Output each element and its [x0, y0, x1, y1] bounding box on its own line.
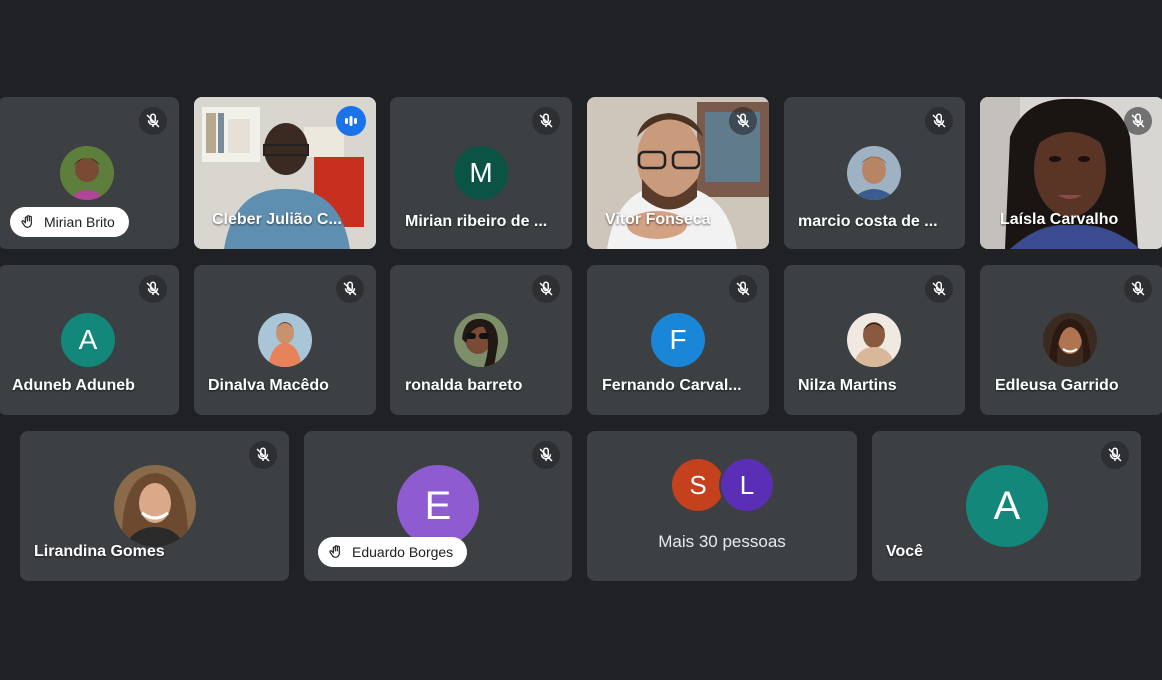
- raised-hand-badge: Eduardo Borges: [318, 537, 468, 567]
- participant-tile-mirian-ribeiro[interactable]: M Mirian ribeiro de ...: [390, 97, 572, 249]
- participant-name: Laísla Carvalho: [1000, 211, 1119, 228]
- participant-name: Fernando Carval...: [602, 377, 742, 394]
- avatar-photo: [258, 313, 312, 367]
- participant-name: Você: [886, 543, 924, 560]
- mic-off-icon: [532, 107, 560, 135]
- participant-tile-lirandina-gomes[interactable]: Lirandina Gomes: [20, 431, 289, 581]
- participant-tile-fernando-carvalho[interactable]: F Fernando Carval...: [587, 265, 769, 415]
- avatar-letter: A: [966, 465, 1048, 547]
- raised-hand-badge: Mirian Brito: [10, 207, 129, 237]
- mic-off-icon: [139, 275, 167, 303]
- avatar-letter: M: [454, 146, 508, 200]
- mic-off-icon: [532, 441, 560, 469]
- raised-hand-icon: [21, 215, 32, 228]
- avatar-letter: A: [61, 313, 115, 367]
- more-participants-tile[interactable]: S L Mais 30 pessoas: [587, 431, 857, 581]
- mic-off-icon: [1101, 441, 1129, 469]
- mic-off-icon: [139, 107, 167, 135]
- participant-name: Vitor Fonseca: [605, 211, 711, 228]
- mic-off-icon: [249, 441, 277, 469]
- participant-tile-aduneb[interactable]: A Aduneb Aduneb: [0, 265, 179, 415]
- avatar-photo: [114, 465, 196, 547]
- participant-tile-mirian-brito[interactable]: Mirian Brito: [0, 97, 179, 249]
- participant-tile-dinalva-macedo[interactable]: Dinalva Macêdo: [194, 265, 376, 415]
- participant-name: Eduardo Borges: [352, 544, 454, 560]
- mic-off-icon: [925, 107, 953, 135]
- mic-off-icon: [336, 275, 364, 303]
- mic-off-icon: [1124, 275, 1152, 303]
- participant-name: Lirandina Gomes: [34, 543, 165, 560]
- avatar-letter: E: [397, 465, 479, 547]
- speaking-indicator-icon: [336, 106, 366, 136]
- avatar-photo: [454, 313, 508, 367]
- participant-tile-voce[interactable]: A Você: [872, 431, 1141, 581]
- more-participants-label: Mais 30 pessoas: [658, 532, 786, 551]
- participant-name: Dinalva Macêdo: [208, 377, 329, 394]
- avatar-letter: S: [672, 459, 724, 511]
- participant-name: marcio costa de ...: [798, 213, 938, 230]
- participant-tile-vitor-fonseca[interactable]: Vitor Fonseca: [587, 97, 769, 249]
- participant-name: Cleber Julião C...: [212, 211, 342, 228]
- participant-tile-nilza-martins[interactable]: Nilza Martins: [784, 265, 965, 415]
- avatar-photo: [847, 146, 901, 200]
- raised-hand-icon: [329, 545, 340, 558]
- mic-off-icon: [925, 275, 953, 303]
- participant-tile-ronalda-barreto[interactable]: ronalda barreto: [390, 265, 572, 415]
- participant-name: Mirian Brito: [44, 214, 115, 230]
- participant-name: Nilza Martins: [798, 377, 897, 394]
- participant-name: ronalda barreto: [405, 377, 523, 394]
- participant-tile-marcio-costa[interactable]: marcio costa de ...: [784, 97, 965, 249]
- avatar-photo: [60, 146, 114, 200]
- participant-name: Mirian ribeiro de ...: [405, 213, 548, 230]
- participant-tile-laisla-carvalho[interactable]: Laísla Carvalho: [980, 97, 1162, 249]
- mic-off-icon: [729, 275, 757, 303]
- mic-off-icon: [532, 275, 560, 303]
- avatar-letter: F: [651, 313, 705, 367]
- participant-name: Edleusa Garrido: [995, 377, 1119, 394]
- participant-tile-edleusa-garrido[interactable]: Edleusa Garrido: [980, 265, 1162, 415]
- avatar-photo: [847, 313, 901, 367]
- avatar-letter: L: [721, 459, 773, 511]
- mic-off-icon: [1124, 107, 1152, 135]
- participant-tile-eduardo-borges[interactable]: E Eduardo Borges: [304, 431, 572, 581]
- mic-off-icon: [729, 107, 757, 135]
- avatar-photo: [1043, 313, 1097, 367]
- participant-tile-cleber-juliao[interactable]: Cleber Julião C...: [194, 97, 376, 249]
- participant-name: Aduneb Aduneb: [12, 377, 135, 394]
